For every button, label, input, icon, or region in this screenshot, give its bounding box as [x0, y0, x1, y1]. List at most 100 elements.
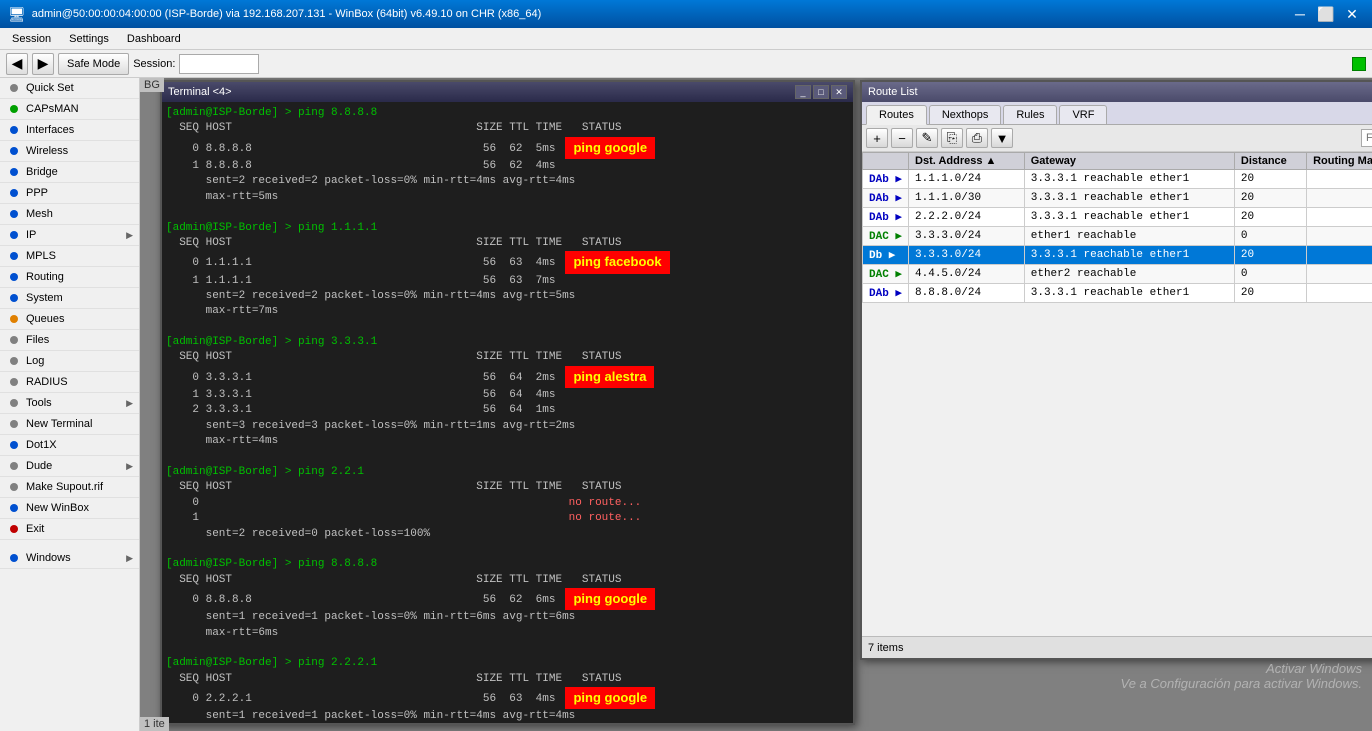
sidebar-item-system[interactable]: System: [0, 288, 139, 309]
menu-settings[interactable]: Settings: [61, 31, 117, 47]
sidebar-item-mesh[interactable]: Mesh: [0, 204, 139, 225]
route-tabs: Routes Nexthops Rules VRF: [862, 102, 1372, 125]
sidebar-item-files[interactable]: Files: [0, 330, 139, 351]
menu-dashboard[interactable]: Dashboard: [119, 31, 189, 47]
ping-label-2: ping facebook: [565, 251, 669, 273]
col-flag[interactable]: [863, 153, 909, 170]
restore-button[interactable]: ⬜: [1314, 5, 1338, 23]
sidebar-item-routing[interactable]: Routing: [0, 267, 139, 288]
sidebar-item-quickset[interactable]: Quick Set: [0, 78, 139, 99]
interfaces-icon: [6, 123, 22, 137]
table-row[interactable]: DAC ▶ 4.4.5.0/24 ether2 reachable 0 4.4.…: [863, 265, 1372, 284]
sidebar-item-mpls[interactable]: MPLS: [0, 246, 139, 267]
terminal-minimize[interactable]: _: [795, 85, 811, 99]
watermark-line1: Activar Windows: [1121, 661, 1362, 676]
sidebar-item-ip[interactable]: IP ▶: [0, 225, 139, 246]
tab-routes[interactable]: Routes: [866, 105, 927, 125]
table-row[interactable]: DAb ▶ 2.2.2.0/24 3.3.3.1 reachable ether…: [863, 208, 1372, 227]
sidebar-label-newterminal: New Terminal: [26, 418, 92, 430]
minimize-button[interactable]: ─: [1288, 5, 1312, 23]
bridge-icon: [6, 165, 22, 179]
sidebar-item-radius[interactable]: RADIUS: [0, 372, 139, 393]
sidebar-item-interfaces[interactable]: Interfaces: [0, 120, 139, 141]
table-row[interactable]: DAC ▶ 3.3.3.0/24 ether1 reachable 0 3.3.…: [863, 227, 1372, 246]
copy-route-button[interactable]: ⎘: [941, 128, 963, 148]
route-title-text: Route List: [868, 86, 918, 98]
terminal-content[interactable]: [admin@ISP-Borde] > ping 8.8.8.8 SEQ HOS…: [162, 102, 853, 723]
sidebar-item-ppp[interactable]: PPP: [0, 183, 139, 204]
sidebar-item-newwinbox[interactable]: New WinBox: [0, 498, 139, 519]
cell-flag: DAb ▶: [863, 189, 909, 208]
mesh-icon: [6, 207, 22, 221]
tab-rules[interactable]: Rules: [1003, 105, 1057, 124]
queues-icon: [6, 312, 22, 326]
sidebar-item-makesupout[interactable]: Make Supout.rif: [0, 477, 139, 498]
windows-arrow: ▶: [126, 553, 133, 564]
sidebar-item-windows[interactable]: Windows ▶: [0, 548, 139, 569]
sidebar-item-dude[interactable]: Dude ▶: [0, 456, 139, 477]
remove-route-button[interactable]: −: [891, 128, 913, 148]
tab-nexthops[interactable]: Nexthops: [929, 105, 1001, 124]
window-controls: ─ ⬜ ✕: [1288, 5, 1364, 23]
table-row[interactable]: DAb ▶ 8.8.8.0/24 3.3.3.1 reachable ether…: [863, 284, 1372, 303]
wireless-icon: [6, 144, 22, 158]
cell-mark: [1307, 265, 1372, 284]
forward-button[interactable]: ▶: [32, 53, 54, 75]
sidebar-item-log[interactable]: Log: [0, 351, 139, 372]
col-distance[interactable]: Distance: [1234, 153, 1306, 170]
cell-flag: DAb ▶: [863, 284, 909, 303]
edit-route-button[interactable]: ✎: [916, 128, 938, 148]
filter-route-button[interactable]: ▼: [991, 128, 1013, 148]
cell-dst: 1.1.1.0/30: [909, 189, 1025, 208]
sidebar-label-capsman: CAPsMAN: [26, 103, 79, 115]
files-icon: [6, 333, 22, 347]
table-header: Dst. Address ▲ Gateway Distance Routing …: [863, 153, 1372, 170]
menu-session[interactable]: Session: [4, 31, 59, 47]
sidebar-item-exit[interactable]: Exit: [0, 519, 139, 540]
safemode-button[interactable]: Safe Mode: [58, 53, 129, 75]
col-mark[interactable]: Routing Mark: [1307, 153, 1372, 170]
sidebar-label-ppp: PPP: [26, 187, 48, 199]
cell-gateway: 3.3.3.1 reachable ether1: [1024, 189, 1234, 208]
cell-flag: Db ▶: [863, 246, 909, 265]
windows-icon: [6, 551, 22, 565]
sidebar-item-bridge[interactable]: Bridge: [0, 162, 139, 183]
ip-icon: [6, 228, 22, 242]
cell-distance: 0: [1234, 227, 1306, 246]
dude-icon: [6, 459, 22, 473]
table-row[interactable]: Db ▶ 3.3.3.0/24 3.3.3.1 reachable ether1…: [863, 246, 1372, 265]
title-bar: 🖥 admin@50:00:00:04:00:00 (ISP-Borde) vi…: [0, 0, 1372, 28]
table-row[interactable]: DAb ▶ 1.1.1.0/24 3.3.3.1 reachable ether…: [863, 170, 1372, 189]
route-footer: 7 items: [862, 636, 1372, 658]
table-row[interactable]: DAb ▶ 1.1.1.0/30 3.3.3.1 reachable ether…: [863, 189, 1372, 208]
terminal-title: Terminal <4>: [168, 86, 793, 98]
back-button[interactable]: ◀: [6, 53, 28, 75]
sidebar-label-exit: Exit: [26, 523, 44, 535]
sidebar-item-capsman[interactable]: CAPsMAN: [0, 99, 139, 120]
capsman-icon: [6, 102, 22, 116]
terminal-maximize[interactable]: □: [813, 85, 829, 99]
close-button[interactable]: ✕: [1340, 5, 1364, 23]
sidebar-label-makesupout: Make Supout.rif: [26, 481, 103, 493]
col-gateway[interactable]: Gateway: [1024, 153, 1234, 170]
route-table-container[interactable]: Dst. Address ▲ Gateway Distance Routing …: [862, 152, 1372, 638]
add-route-button[interactable]: +: [866, 128, 888, 148]
cell-dst: 3.3.3.0/24: [909, 246, 1025, 265]
makesupout-icon: [6, 480, 22, 494]
col-dst[interactable]: Dst. Address ▲: [909, 153, 1025, 170]
paste-route-button[interactable]: ⎙: [966, 128, 988, 148]
sidebar-item-dot1x[interactable]: Dot1X: [0, 435, 139, 456]
sidebar-item-newterminal[interactable]: New Terminal: [0, 414, 139, 435]
session-input[interactable]: [179, 54, 259, 74]
cell-mark: [1307, 208, 1372, 227]
exit-icon: [6, 522, 22, 536]
cell-distance: 20: [1234, 170, 1306, 189]
sidebar-item-tools[interactable]: Tools ▶: [0, 393, 139, 414]
tools-icon: [6, 396, 22, 410]
route-search-input[interactable]: [1361, 129, 1372, 147]
sidebar-item-wireless[interactable]: Wireless: [0, 141, 139, 162]
sidebar-item-queues[interactable]: Queues: [0, 309, 139, 330]
terminal-close[interactable]: ✕: [831, 85, 847, 99]
cell-dst: 1.1.1.0/24: [909, 170, 1025, 189]
tab-vrf[interactable]: VRF: [1059, 105, 1107, 124]
